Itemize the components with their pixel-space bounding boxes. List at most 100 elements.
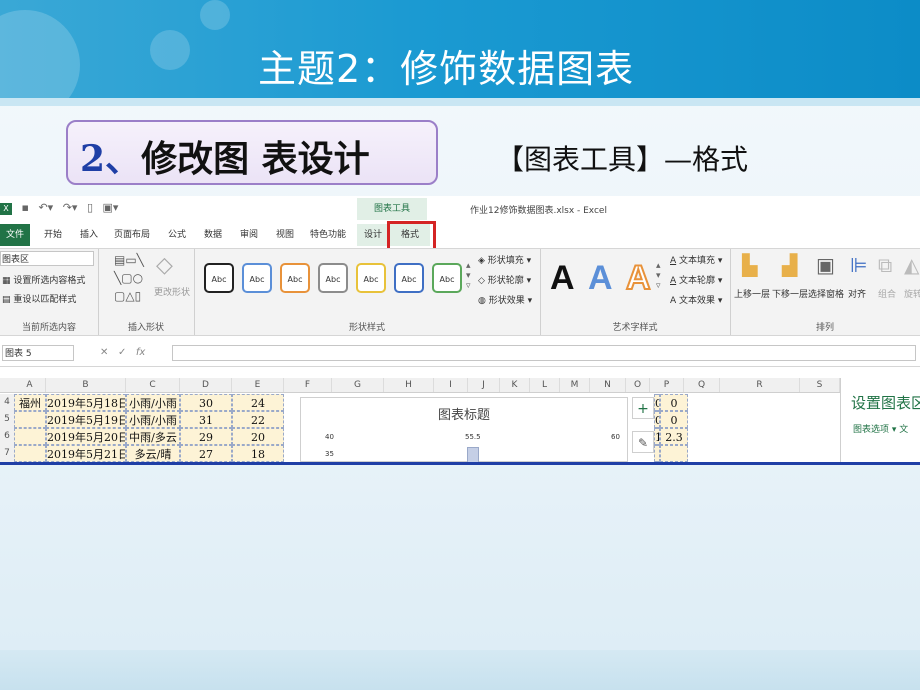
shape-style-preset[interactable]: Abc	[204, 263, 234, 293]
column-header-e[interactable]: E	[232, 378, 284, 392]
chart-area[interactable]: 图表标题 40 35 55.5 60	[300, 397, 628, 462]
cell-e[interactable]: 20	[232, 428, 284, 445]
chart-elements-plus-icon[interactable]: +	[632, 397, 654, 419]
cell-a[interactable]	[14, 445, 46, 462]
cell-d[interactable]: 31	[180, 411, 232, 428]
column-header-b[interactable]: B	[46, 378, 126, 392]
column-header-m[interactable]: M	[560, 378, 590, 392]
cell-a[interactable]: 福州	[14, 394, 46, 411]
tab-features[interactable]: 特色功能	[306, 224, 350, 246]
cell-d[interactable]: 27	[180, 445, 232, 462]
shape-style-preset[interactable]: Abc	[242, 263, 272, 293]
chart-title[interactable]: 图表标题	[301, 404, 627, 423]
undo-icon[interactable]: ↶▾	[38, 201, 53, 214]
column-header-p[interactable]: P	[650, 378, 684, 392]
cell-p[interactable]: 0	[660, 411, 688, 428]
row-number[interactable]: 6	[0, 428, 14, 445]
column-header-f[interactable]: F	[284, 378, 332, 392]
column-header-c[interactable]: C	[126, 378, 180, 392]
shapes-gallery[interactable]: ▤▭╲ ╲▢○ ▢△▯	[114, 251, 144, 305]
cell-e[interactable]: 24	[232, 394, 284, 411]
tab-insert[interactable]: 插入	[74, 224, 104, 246]
column-header-g[interactable]: G	[332, 378, 384, 392]
group-button[interactable]: 组合	[878, 287, 896, 300]
reset-style-button[interactable]: ▤ 重设以匹配样式	[2, 292, 76, 305]
chart-elements-dropdown[interactable]: 图表区	[0, 251, 94, 266]
format-selection-button[interactable]: ▦ 设置所选内容格式	[2, 273, 85, 286]
tab-home[interactable]: 开始	[38, 224, 68, 246]
name-box[interactable]: 图表 5	[2, 345, 74, 361]
column-header-k[interactable]: K	[500, 378, 530, 392]
cell-a[interactable]	[14, 411, 46, 428]
cell-b[interactable]: 2019年5月20日	[46, 428, 126, 445]
column-header-n[interactable]: N	[590, 378, 626, 392]
cell-c[interactable]: 中雨/多云	[126, 428, 180, 445]
bring-forward-button[interactable]: 上移一层	[734, 287, 770, 300]
cell-b[interactable]: 2019年5月18日	[46, 394, 126, 411]
save-icon[interactable]: ▪	[22, 201, 29, 214]
cell-c[interactable]: 多云/晴	[126, 445, 180, 462]
change-shape-button[interactable]: 更改形状	[154, 285, 190, 298]
cell-p[interactable]	[660, 445, 688, 462]
shape-style-preset[interactable]: Abc	[432, 263, 462, 293]
text-fill-button[interactable]: A 文本填充 ▾	[670, 253, 722, 266]
cell-e[interactable]: 22	[232, 411, 284, 428]
cell-e[interactable]: 18	[232, 445, 284, 462]
column-header-l[interactable]: L	[530, 378, 560, 392]
wordart-orange-a[interactable]: A	[625, 258, 652, 298]
print-preview-icon[interactable]: ▣▾	[103, 201, 119, 214]
shape-effects-button[interactable]: ◍ 形状效果 ▾	[478, 293, 532, 306]
tab-formulas[interactable]: 公式	[162, 224, 192, 246]
cell-p[interactable]: 0	[660, 394, 688, 411]
align-button[interactable]: 对齐	[848, 287, 866, 300]
column-header-q[interactable]: Q	[684, 378, 720, 392]
redo-icon[interactable]: ↷▾	[63, 201, 78, 214]
change-shape-icon[interactable]: ◇	[156, 253, 173, 278]
wordart-gallery-scroll[interactable]: ▴ ▾ ▿	[656, 261, 661, 291]
tab-design[interactable]: 设计	[357, 224, 389, 246]
cancel-icon[interactable]: ✕	[100, 347, 108, 358]
cell-c[interactable]: 小雨/小雨	[126, 394, 180, 411]
gallery-scroll[interactable]: ▴ ▾ ▿	[466, 261, 471, 291]
pane-chart-options[interactable]: 图表选项 ▾ 文	[853, 422, 908, 435]
column-header-r[interactable]: R	[720, 378, 800, 392]
column-header-j[interactable]: J	[468, 378, 500, 392]
shape-style-preset[interactable]: Abc	[318, 263, 348, 293]
column-header-o[interactable]: O	[626, 378, 650, 392]
text-outline-button[interactable]: A 文本轮廓 ▾	[670, 273, 722, 286]
tab-page-layout[interactable]: 页面布局	[110, 224, 154, 246]
shape-style-preset[interactable]: Abc	[280, 263, 310, 293]
cell-b[interactable]: 2019年5月19日	[46, 411, 126, 428]
wordart-black-a[interactable]: A	[550, 259, 575, 298]
column-header-a[interactable]: A	[14, 378, 46, 392]
row-number[interactable]: 5	[0, 411, 14, 428]
cell-d[interactable]: 29	[180, 428, 232, 445]
tab-view[interactable]: 视图	[270, 224, 300, 246]
text-effects-button[interactable]: A 文本效果 ▾	[670, 293, 722, 306]
cell-d[interactable]: 30	[180, 394, 232, 411]
column-header-d[interactable]: D	[180, 378, 232, 392]
rotate-button[interactable]: 旋转	[904, 287, 920, 300]
shape-style-preset[interactable]: Abc	[356, 263, 386, 293]
tab-data[interactable]: 数据	[198, 224, 228, 246]
cell-c[interactable]: 小雨/小雨	[126, 411, 180, 428]
wordart-blue-a[interactable]: A	[588, 259, 613, 298]
cell-p[interactable]: 2.3	[660, 428, 688, 445]
shape-outline-button[interactable]: ◇ 形状轮廓 ▾	[478, 273, 531, 286]
selection-pane-button[interactable]: 选择窗格	[808, 287, 844, 300]
cell-b[interactable]: 2019年5月21日	[46, 445, 126, 462]
fx-icon[interactable]: fx	[136, 347, 145, 358]
enter-icon[interactable]: ✓	[118, 347, 126, 358]
new-file-icon[interactable]: ▯	[87, 201, 93, 214]
cell-a[interactable]	[14, 428, 46, 445]
column-header-i[interactable]: I	[434, 378, 468, 392]
row-number[interactable]: 4	[0, 394, 14, 411]
send-backward-button[interactable]: 下移一层	[772, 287, 808, 300]
chart-styles-brush-icon[interactable]: ✎	[632, 431, 654, 453]
tab-file[interactable]: 文件	[0, 224, 30, 246]
row-number[interactable]: 7	[0, 445, 14, 462]
shape-fill-button[interactable]: ◈ 形状填充 ▾	[478, 253, 531, 266]
tab-review[interactable]: 审阅	[234, 224, 264, 246]
column-header-s[interactable]: S	[800, 378, 840, 392]
column-header-h[interactable]: H	[384, 378, 434, 392]
